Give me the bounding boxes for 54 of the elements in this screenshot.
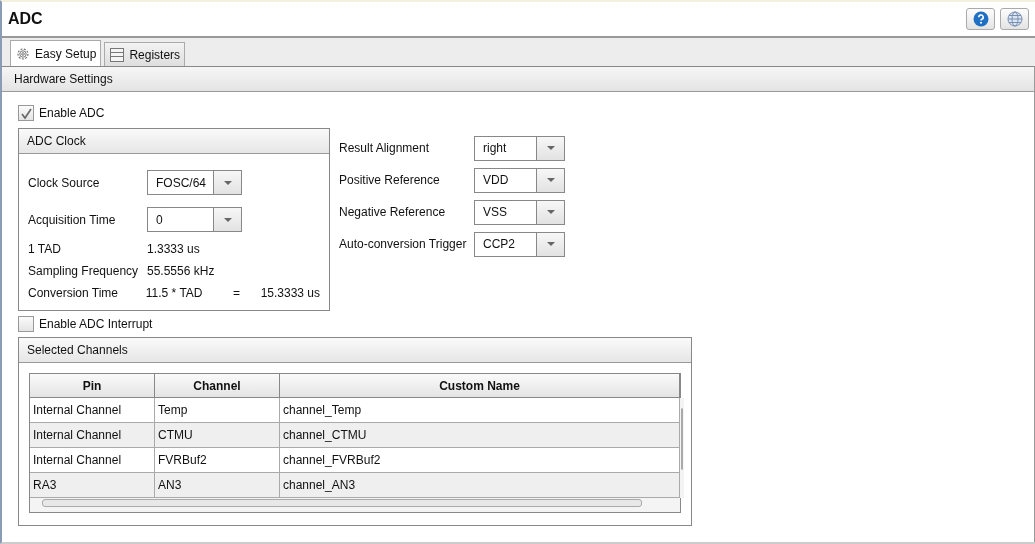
dropdown[interactable]: VDD [474, 167, 565, 193]
field-label: Negative Reference [339, 205, 447, 219]
readout-value: 55.5556 kHz [147, 264, 216, 278]
table-cell: FVRBuf2 [155, 448, 280, 472]
checkbox[interactable] [18, 105, 34, 121]
field-label: Positive Reference [339, 173, 441, 187]
caret-icon [223, 180, 232, 185]
equals-sign: = [232, 286, 241, 300]
dropdown[interactable]: FOSC/64 [147, 170, 242, 195]
dropdown[interactable]: 0 [147, 207, 242, 232]
readout-result: 15.3333 us [260, 286, 320, 300]
column-header[interactable]: Pin [30, 374, 155, 397]
caret-icon [546, 210, 555, 214]
tab[interactable]: Easy Setup [10, 40, 102, 66]
table-cell: CTMU [155, 423, 280, 447]
table-cell: Internal Channel [30, 423, 155, 447]
window-title: ADC [8, 10, 43, 28]
table-cell: RA3 [30, 473, 155, 497]
group-header: ADC Clock [19, 129, 329, 154]
vertical-scrollbar[interactable] [680, 398, 684, 498]
help-icon [972, 11, 989, 27]
readout-value: 1.3333 us [147, 242, 201, 256]
horizontal-scrollbar[interactable] [30, 498, 680, 512]
readout-label: Conversion Time [28, 286, 120, 300]
column-header[interactable]: Channel [155, 374, 280, 397]
table-cell: AN3 [155, 473, 280, 497]
globe-icon [1006, 11, 1023, 27]
table-cell: Internal Channel [30, 398, 155, 422]
list-icon [109, 46, 126, 63]
field-label: Clock Source [28, 175, 101, 190]
caret-icon [223, 217, 232, 222]
group-header: Selected Channels [19, 338, 691, 363]
globe-button[interactable] [1000, 8, 1029, 30]
table-cell: Internal Channel [30, 448, 155, 472]
checkbox-label: Enable ADC [39, 106, 105, 120]
field-label: Result Alignment [339, 141, 431, 155]
column-header[interactable]: Custom Name [280, 374, 680, 397]
dropdown[interactable]: VSS [474, 199, 565, 225]
field-label: Auto-conversion Trigger [339, 237, 468, 251]
checkbox[interactable] [18, 316, 34, 332]
readout-label: 1 TAD [28, 242, 62, 256]
caret-icon [546, 146, 555, 150]
caret-icon [546, 242, 555, 246]
tab[interactable]: Registers [104, 42, 186, 66]
field-label: Acquisition Time [28, 212, 117, 227]
caret-icon [546, 178, 555, 182]
readout-label: Sampling Frequency [28, 264, 140, 278]
readout-value: 11.5 * TAD [145, 286, 204, 300]
table-cell: Temp [155, 398, 280, 422]
section-header: Hardware Settings [2, 67, 1034, 92]
dropdown[interactable]: CCP2 [474, 231, 565, 257]
help-button[interactable] [966, 8, 995, 30]
checkbox-label: Enable ADC Interrupt [39, 317, 153, 331]
dropdown[interactable]: right [474, 135, 565, 161]
